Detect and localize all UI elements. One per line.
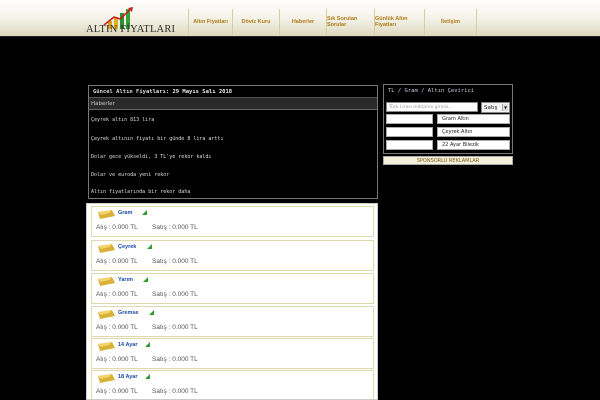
site-logo[interactable]: ALTIN FİYATLARI bbox=[86, 5, 175, 35]
price-card-18-ayar: 18 Ayar Alış : 0.000 TL Satış : 0.000 TL bbox=[91, 370, 374, 399]
main-nav: Altın Fiyatları Döviz Kuru Haberler Sık … bbox=[188, 9, 477, 35]
top-navigation-bar: ALTIN FİYATLARI Altın Fiyatları Döviz Ku… bbox=[0, 0, 600, 37]
news-link[interactable]: Dolar gece yükseldi, 3 TL'ye rekor kaldı bbox=[91, 154, 211, 160]
nav-item-altin-fiyatlari[interactable]: Altın Fiyatları bbox=[188, 9, 232, 35]
ceyrek-altin-label: Çeyrek Altın bbox=[437, 127, 510, 137]
sell-price: Satış : 0.000 TL bbox=[152, 388, 198, 395]
sell-price: Satış : 0.000 TL bbox=[152, 224, 198, 231]
buy-price: Alış : 0.000 TL bbox=[96, 356, 138, 363]
news-panel: Güncel Altın Fiyatları: 29 Mayıs Salı 20… bbox=[88, 85, 378, 199]
buy-price: Alış : 0.000 TL bbox=[96, 258, 138, 265]
news-link[interactable]: Çeyrek altının fiyatı bir günde 8 lira a… bbox=[91, 136, 223, 142]
price-card-gram: Gram Alış : 0.000 TL Satış : 0.000 TL bbox=[91, 206, 374, 237]
sell-price: Satış : 0.000 TL bbox=[152, 291, 198, 298]
trend-up-icon bbox=[143, 277, 148, 282]
news-header: Güncel Altın Fiyatları: 29 Mayıs Salı 20… bbox=[89, 86, 377, 98]
sell-price: Satış : 0.000 TL bbox=[152, 356, 198, 363]
logo-text: ALTIN FİYATLARI bbox=[86, 24, 176, 35]
select-value: Satış bbox=[484, 105, 498, 111]
price-card-14-ayar: 14 Ayar Alış : 0.000 TL Satış : 0.000 TL bbox=[91, 338, 374, 369]
gram-altin-result bbox=[386, 114, 433, 124]
news-header-prefix: Güncel Altın Fiyatları: bbox=[93, 89, 170, 95]
nav-item-doviz-kuru[interactable]: Döviz Kuru bbox=[232, 9, 279, 35]
trend-up-icon bbox=[149, 310, 154, 315]
price-card-ceyrek: Çeyrek Alış : 0.000 TL Satış : 0.000 TL bbox=[91, 240, 374, 271]
price-name[interactable]: 18 Ayar bbox=[118, 374, 137, 380]
bilezik-result bbox=[386, 140, 433, 150]
trend-up-icon bbox=[145, 342, 150, 347]
price-list: Gram Alış : 0.000 TL Satış : 0.000 TL Çe… bbox=[86, 203, 378, 400]
news-header-date: 29 Mayıs Salı 2018 bbox=[172, 89, 233, 95]
price-name[interactable]: Çeyrek bbox=[118, 244, 136, 250]
nav-item-haberler[interactable]: Haberler bbox=[279, 9, 326, 35]
gold-bar-icon bbox=[98, 244, 115, 253]
buy-price: Alış : 0.000 TL bbox=[96, 224, 138, 231]
ceyrek-altin-result bbox=[386, 127, 433, 137]
chevron-down-icon: ▼ bbox=[502, 104, 508, 111]
gold-bar-icon bbox=[98, 277, 115, 286]
nav-item-gunluk[interactable]: Günlük Altın Fiyatları bbox=[374, 9, 424, 35]
gold-bar-icon bbox=[98, 342, 115, 351]
nav-item-iletisim[interactable]: İletişim bbox=[424, 9, 477, 35]
converter-title: TL / Gram / Altın Çevirici bbox=[388, 88, 475, 94]
price-name[interactable]: 14 Ayar bbox=[118, 342, 137, 348]
news-subheader: Haberler bbox=[89, 98, 377, 110]
gram-altin-label: Gram Altın bbox=[437, 114, 510, 124]
trend-up-icon bbox=[145, 374, 150, 379]
buy-price: Alış : 0.000 TL bbox=[96, 291, 138, 298]
price-name[interactable]: Yarım bbox=[118, 277, 133, 283]
tl-amount-input[interactable]: Türk Lirası miktarını giriniz... bbox=[386, 102, 478, 112]
sell-price: Satış : 0.000 TL bbox=[152, 324, 198, 331]
price-card-gremse: Gremse Alış : 0.000 TL Satış : 0.000 TL bbox=[91, 306, 374, 337]
buy-price: Alış : 0.000 TL bbox=[96, 388, 138, 395]
sponsored-ads-label: SPONSORLU REKLAMLAR bbox=[383, 156, 513, 165]
news-link[interactable]: Dolar ve euroda yeni rekor bbox=[91, 172, 169, 178]
gold-bar-icon bbox=[98, 374, 115, 383]
trend-up-icon bbox=[147, 244, 152, 249]
buy-price: Alış : 0.000 TL bbox=[96, 324, 138, 331]
nav-item-sss[interactable]: Sık Sorulan Sorular bbox=[326, 9, 374, 35]
price-name[interactable]: Gremse bbox=[118, 310, 139, 316]
bilezik-label: 22 Ayar Bilezik bbox=[437, 140, 510, 150]
sell-price: Satış : 0.000 TL bbox=[152, 258, 198, 265]
news-link[interactable]: Çeyrek altın 813 lira bbox=[91, 117, 154, 123]
buy-sell-select[interactable]: Satış ▼ bbox=[481, 102, 510, 113]
price-card-yarim: Yarım Alış : 0.000 TL Satış : 0.000 TL bbox=[91, 273, 374, 304]
trend-up-icon bbox=[142, 210, 147, 215]
gold-bar-icon bbox=[98, 310, 115, 319]
price-name[interactable]: Gram bbox=[118, 210, 132, 216]
converter-panel: TL / Gram / Altın Çevirici Türk Lirası m… bbox=[383, 84, 513, 154]
gold-bar-icon bbox=[98, 210, 115, 219]
news-link[interactable]: Altın fiyatlarında bir rekor daha bbox=[91, 189, 190, 195]
